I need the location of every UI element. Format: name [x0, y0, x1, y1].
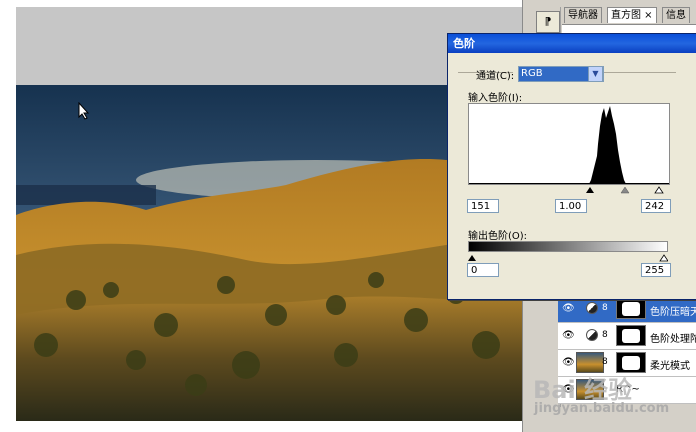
eye-icon[interactable]: 👁 — [562, 357, 575, 368]
layer-mask-thumbnail[interactable] — [616, 325, 646, 346]
adjustment-layer-icon — [586, 329, 598, 341]
output-black-slider — [468, 255, 476, 261]
input-white-field[interactable]: 242 — [641, 199, 671, 213]
white-point-slider — [654, 186, 664, 194]
eye-icon[interactable]: 👁 — [562, 303, 575, 314]
input-levels-label: 输入色阶(I): — [468, 93, 523, 104]
layer-row[interactable]: 👁 8 色阶压暗天 — [558, 296, 696, 323]
histogram — [468, 103, 670, 185]
output-white-field[interactable]: 255 — [641, 263, 671, 277]
black-point-slider — [586, 187, 594, 193]
watermark-logo: Bai 经验 — [533, 376, 633, 404]
layer-row[interactable]: 👁 8 色阶处理陀 — [558, 323, 696, 350]
link-icon: 8 — [602, 303, 608, 313]
input-gamma-field[interactable]: 1.00 — [555, 199, 587, 213]
output-levels-label: 输出色阶(O): — [468, 231, 528, 242]
panel-tabs: 导航器 直方图 × 信息 — [562, 7, 696, 24]
output-slider[interactable] — [468, 252, 669, 262]
gamma-slider — [620, 186, 630, 194]
dialog-title[interactable]: 色阶 — [448, 34, 696, 53]
layer-mask-thumbnail[interactable] — [616, 298, 646, 319]
input-slider[interactable] — [468, 184, 668, 194]
tab-info[interactable]: 信息 — [662, 7, 690, 23]
channel-label: 通道(C): — [476, 71, 515, 82]
layer-name: 色阶压暗天 — [650, 307, 696, 318]
output-gradient-bar — [468, 241, 668, 252]
tab-navigator[interactable]: 导航器 — [564, 7, 602, 23]
eye-icon[interactable]: 👁 — [562, 330, 575, 341]
input-black-field[interactable]: 151 — [467, 199, 499, 213]
link-icon: 8 — [602, 357, 608, 367]
output-white-slider — [659, 254, 669, 262]
watermark-url: jingyan.baidu.com — [534, 401, 670, 416]
chevron-down-icon[interactable]: ▼ — [588, 66, 603, 82]
layer-name: 色阶处理陀 — [650, 334, 696, 345]
panel-toggle-button[interactable]: ⁋ — [536, 11, 560, 33]
tab-histogram[interactable]: 直方图 × — [607, 7, 657, 23]
mouse-cursor-icon — [78, 102, 90, 120]
layer-name: 柔光模式 — [650, 361, 690, 372]
adjustment-layer-icon — [586, 302, 598, 314]
output-black-field[interactable]: 0 — [467, 263, 499, 277]
link-icon: 8 — [602, 330, 608, 340]
channel-group-separator — [604, 72, 676, 73]
levels-dialog: 色阶 通道(C): RGB ▼ 输入色阶(I): 151 1.00 242 输出… — [447, 33, 696, 300]
